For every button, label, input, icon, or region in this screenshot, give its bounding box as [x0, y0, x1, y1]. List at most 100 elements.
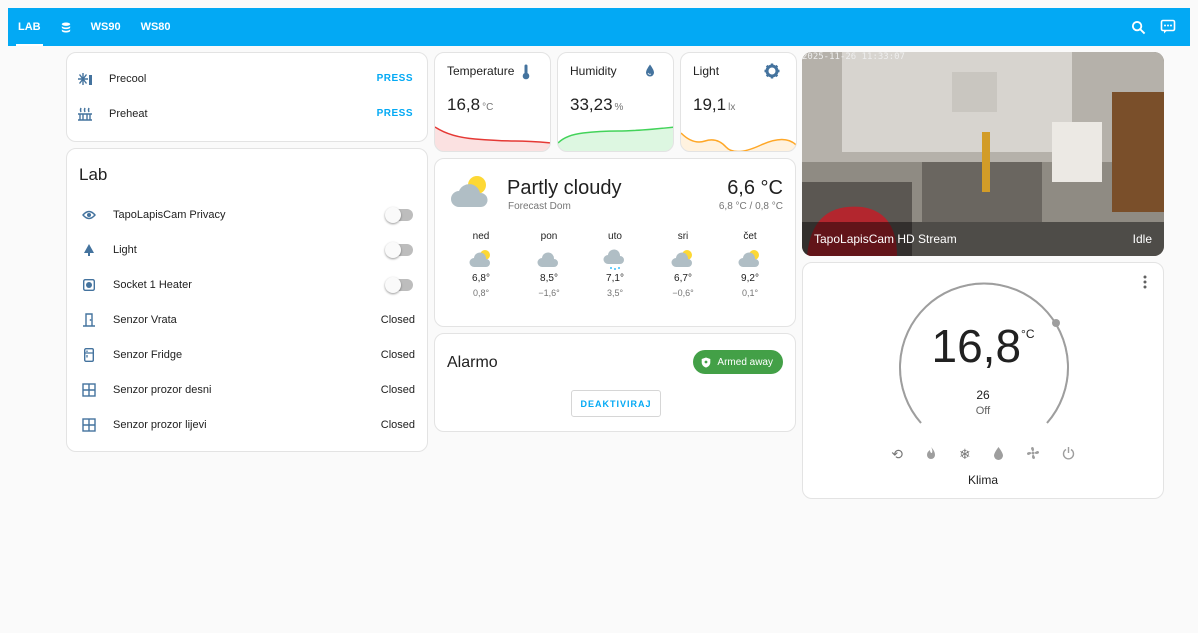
fridge-row: Senzor Fridge Closed	[71, 337, 427, 372]
snowflake-icon	[67, 72, 103, 86]
light-sensor-card[interactable]: Light 19,1 lx	[680, 52, 797, 152]
forecast-day-4: sri 6,7° −0,6°	[663, 231, 703, 298]
socket-toggle[interactable]	[385, 276, 413, 293]
lab-card: Lab TapoLapisCam Privacy Light Socket 1 …	[66, 148, 428, 452]
camera-card[interactable]: 2025-11-26 11:33:07 TapoLapisCam HD Stre…	[802, 52, 1164, 256]
climate-name: Klima	[967, 473, 998, 487]
tab-database[interactable]	[51, 8, 81, 46]
socket-icon	[71, 278, 107, 291]
alarm-card: Alarmo Armed away DEAKTIVIRAJ	[434, 333, 796, 432]
socket-label: Socket 1 Heater	[113, 278, 192, 291]
hvac-mode-bar: ⟲ ❄	[803, 446, 1163, 463]
weather-card[interactable]: Partly cloudy Forecast Dom 6,6 °C 6,8 °C…	[434, 158, 796, 327]
humidity-sparkline	[558, 126, 673, 151]
snowy-icon	[603, 249, 624, 270]
precool-press-button[interactable]: PRESS	[377, 73, 427, 84]
temperature-number: 16,8	[447, 95, 481, 114]
forecast-day-label: pon	[540, 231, 558, 242]
gear-icon	[764, 63, 780, 79]
water-drop-icon	[646, 64, 654, 77]
auto-mode-icon[interactable]: ⟲	[891, 446, 903, 463]
shield-icon	[702, 357, 711, 367]
climate-target: 26	[976, 388, 990, 402]
weather-temp: 6,6 °C	[727, 177, 783, 199]
partly-cloudy-icon	[671, 250, 692, 267]
climate-mode: Off	[975, 405, 991, 417]
humidity-card[interactable]: Humidity 33,23%	[557, 52, 674, 152]
forecast-day-label: sri	[677, 231, 689, 242]
light-sensor-unit: lx	[728, 102, 736, 113]
forecast-day-2: pon 8,5° −1,6°	[529, 231, 569, 298]
forecast-low: −1,6°	[538, 288, 560, 298]
more-vert-icon[interactable]	[1143, 275, 1147, 289]
forecast-low: 0,1°	[741, 288, 759, 298]
light-sparkline	[681, 132, 796, 151]
forecast-day-label: ned	[472, 231, 490, 242]
top-app-bar: LAB WS90 WS80	[8, 8, 1190, 46]
heat-icon	[67, 107, 103, 121]
tab-ws90-label: WS90	[90, 21, 121, 33]
forecast-day-label: uto	[608, 231, 622, 242]
search-icon[interactable]	[1131, 20, 1146, 35]
tab-ws80[interactable]: WS80	[131, 8, 181, 46]
forecast-high: 6,7°	[674, 273, 692, 284]
forecast-day-label: čet	[743, 231, 757, 242]
light-sensor-name: Light	[693, 64, 720, 78]
door-label: Senzor Vrata	[113, 313, 177, 326]
fridge-icon	[71, 347, 107, 362]
privacy-row: TapoLapisCam Privacy	[71, 197, 427, 232]
forecast-high: 7,1°	[606, 273, 624, 284]
snowflake-icon[interactable]: ❄	[959, 446, 971, 463]
database-icon	[61, 22, 70, 32]
climate-temp-number: 16,8	[931, 320, 1022, 372]
window-right-label: Senzor prozor desni	[113, 383, 212, 396]
alarm-status-label: Armed away	[717, 356, 773, 368]
privacy-label: TapoLapisCam Privacy	[113, 208, 226, 221]
fan-icon[interactable]	[1026, 446, 1040, 460]
weather-hilo: 6,8 °C / 0,8 °C	[718, 201, 783, 212]
partly-cloudy-icon	[469, 250, 490, 267]
weather-source: Forecast Dom	[508, 201, 571, 212]
tab-ws90[interactable]: WS90	[81, 8, 131, 46]
fridge-state: Closed	[380, 348, 415, 361]
partly-cloudy-icon	[451, 176, 488, 207]
climate-temp-unit: °C	[1021, 327, 1035, 341]
forecast-day-1: ned 6,8° 0,8°	[461, 231, 501, 298]
actions-card: Precool PRESS Preheat PRESS	[66, 52, 428, 142]
precool-row: Precool PRESS	[67, 61, 427, 96]
window-left-row: Senzor prozor lijevi Closed	[71, 407, 427, 442]
flame-icon[interactable]	[925, 446, 937, 460]
camera-state: Idle	[1132, 232, 1152, 246]
temperature-sparkline	[435, 126, 550, 151]
temperature-value: 16,8 °C	[447, 95, 493, 115]
power-icon[interactable]	[1062, 446, 1075, 460]
forecast-low: 0,8°	[472, 288, 490, 298]
light-sensor-number: 19,1	[693, 95, 727, 114]
preheat-press-button[interactable]: PRESS	[377, 108, 427, 119]
assist-chat-icon[interactable]	[1160, 19, 1176, 35]
climate-card: 16,8°C 26 Off ⟲ ❄ Klima	[802, 262, 1164, 499]
window-left-label: Senzor prozor lijevi	[113, 418, 207, 431]
tab-lab-label: LAB	[18, 21, 41, 33]
temperature-card[interactable]: Temperature 16,8 °C	[434, 52, 551, 152]
socket-row: Socket 1 Heater	[71, 267, 427, 302]
water-drop-icon[interactable]	[993, 446, 1004, 460]
alarm-status-badge: Armed away	[693, 350, 783, 374]
light-sensor-value: 19,1 lx	[693, 95, 735, 115]
forecast-high: 6,8°	[472, 273, 490, 284]
door-row: Senzor Vrata Closed	[71, 302, 427, 337]
thermometer-icon	[522, 64, 530, 80]
privacy-toggle[interactable]	[385, 206, 413, 223]
forecast-day-3: uto 7,1° 3,5°	[595, 231, 635, 298]
door-state: Closed	[380, 313, 415, 326]
window-right-state: Closed	[380, 383, 415, 396]
light-toggle[interactable]	[385, 241, 413, 258]
deactivate-button[interactable]: DEAKTIVIRAJ	[571, 390, 661, 417]
window-right-row: Senzor prozor desni Closed	[71, 372, 427, 407]
climate-current-temp: 16,8°C	[803, 319, 1163, 373]
temperature-name: Temperature	[447, 64, 515, 78]
camera-info-bar: TapoLapisCam HD Stream Idle	[802, 222, 1164, 256]
humidity-number: 33,23	[570, 95, 613, 114]
eye-icon	[71, 210, 107, 220]
tab-lab[interactable]: LAB	[8, 8, 51, 46]
